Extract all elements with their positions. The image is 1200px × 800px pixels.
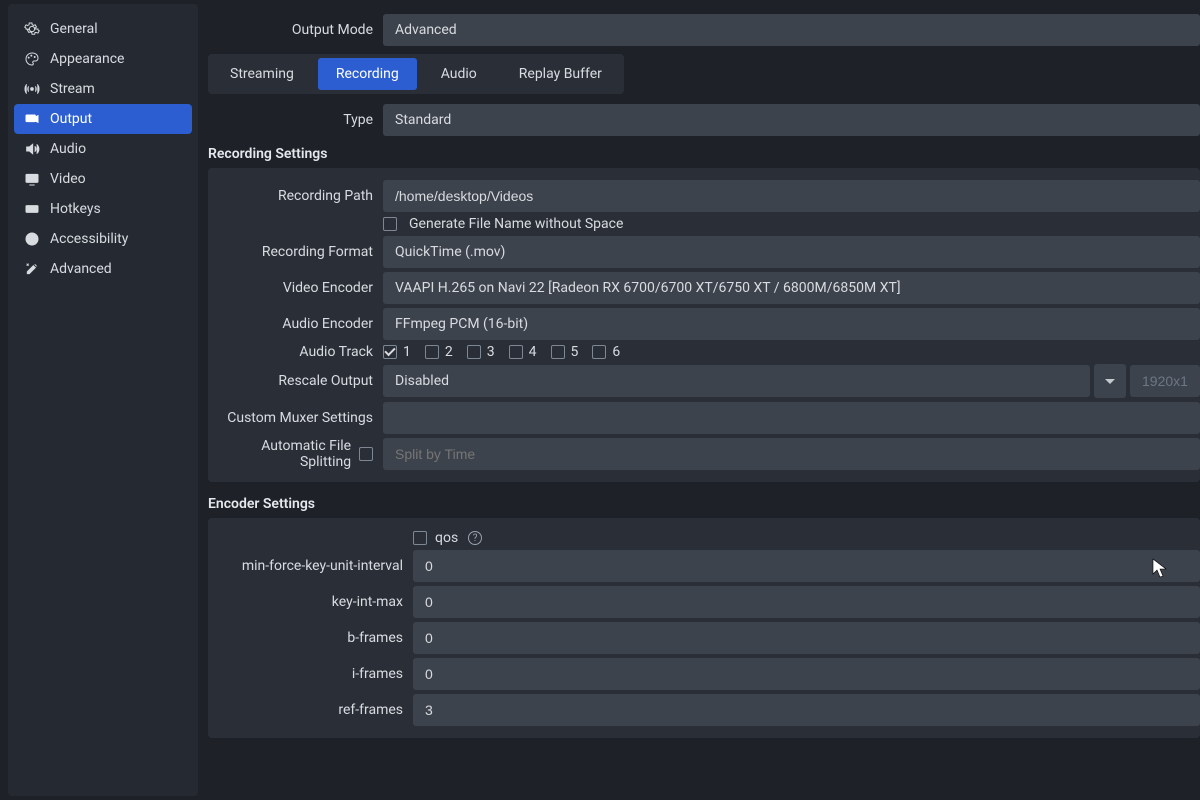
i-frames-input[interactable] (413, 658, 1200, 690)
rescale-output-label: Rescale Output (208, 373, 383, 389)
output-tabbar: Streaming Recording Audio Replay Buffer (208, 54, 624, 94)
output-mode-label: Output Mode (208, 22, 383, 38)
type-label: Type (208, 112, 383, 128)
sidebar-item-label: Audio (50, 141, 86, 157)
gen-no-space-checkbox[interactable] (383, 217, 397, 231)
encoder-settings-header: Encoder Settings (208, 496, 1200, 512)
sidebar-item-label: Stream (50, 81, 95, 97)
output-icon (24, 111, 40, 127)
enc-row-label: b-frames (208, 630, 413, 646)
tools-icon (24, 261, 40, 277)
monitor-icon (24, 171, 40, 187)
palette-icon (24, 51, 40, 67)
enc-row-label: ref-frames (208, 702, 413, 718)
sidebar-item-audio[interactable]: Audio (14, 134, 192, 164)
track-label: 3 (487, 344, 495, 360)
qos-checkbox[interactable] (413, 531, 427, 545)
track-1-checkbox[interactable] (383, 345, 397, 359)
enc-row-label: i-frames (208, 666, 413, 682)
recording-format-label: Recording Format (208, 244, 383, 260)
help-icon[interactable]: ? (468, 531, 482, 545)
tab-streaming[interactable]: Streaming (212, 58, 312, 90)
rescale-output-dropdown-icon[interactable] (1094, 364, 1126, 398)
gen-no-space-label: Generate File Name without Space (409, 216, 623, 232)
ref-frames-input[interactable] (413, 694, 1200, 726)
qos-label: qos (435, 530, 458, 546)
track-2-checkbox[interactable] (425, 345, 439, 359)
rescale-size-input[interactable] (1130, 365, 1200, 397)
sidebar-item-advanced[interactable]: Advanced (14, 254, 192, 284)
enc-row-label: key-int-max (208, 594, 413, 610)
custom-muxer-label: Custom Muxer Settings (208, 410, 383, 426)
enc-row-label: min-force-key-unit-interval (208, 558, 413, 574)
sidebar-item-general[interactable]: General (14, 14, 192, 44)
sidebar-item-label: Accessibility (50, 231, 128, 247)
track-label: 2 (445, 344, 453, 360)
b-frames-input[interactable] (413, 622, 1200, 654)
rescale-output-select[interactable]: Disabled (383, 365, 1090, 397)
gear-icon (24, 21, 40, 37)
speaker-icon (24, 141, 40, 157)
auto-split-checkbox[interactable] (359, 447, 373, 461)
sidebar-item-label: Appearance (50, 51, 124, 67)
sidebar-item-hotkeys[interactable]: Hotkeys (14, 194, 192, 224)
min-force-key-unit-interval-input[interactable] (413, 550, 1200, 582)
audio-track-group: 1 2 3 4 5 6 (383, 344, 620, 360)
recording-path-input[interactable] (383, 180, 1200, 212)
recording-settings-panel: Recording Path Generate File Name withou… (208, 168, 1200, 482)
sidebar-item-label: Video (50, 171, 86, 187)
sidebar-item-stream[interactable]: Stream (14, 74, 192, 104)
track-6-checkbox[interactable] (592, 345, 606, 359)
sidebar-item-label: Hotkeys (50, 201, 101, 217)
settings-sidebar: General Appearance Stream Output Audio V… (8, 4, 198, 796)
main-panel: Output Mode Advanced Streaming Recording… (198, 0, 1200, 800)
tab-audio[interactable]: Audio (423, 58, 495, 90)
sidebar-item-video[interactable]: Video (14, 164, 192, 194)
sidebar-item-label: Advanced (50, 261, 112, 277)
output-mode-select[interactable]: Advanced (383, 14, 1200, 46)
sidebar-item-appearance[interactable]: Appearance (14, 44, 192, 74)
audio-encoder-select[interactable]: FFmpeg PCM (16-bit) (383, 308, 1200, 340)
video-encoder-label: Video Encoder (208, 280, 383, 296)
broadcast-icon (24, 81, 40, 97)
type-select[interactable]: Standard (383, 104, 1200, 136)
encoder-settings-panel: qos ? min-force-key-unit-interval key-in… (208, 518, 1200, 738)
sidebar-item-output[interactable]: Output (14, 104, 192, 134)
accessibility-icon (24, 231, 40, 247)
track-label: 6 (612, 344, 620, 360)
split-mode-select[interactable] (383, 438, 1200, 470)
track-3-checkbox[interactable] (467, 345, 481, 359)
auto-split-label: Automatic File Splitting (208, 438, 351, 470)
track-label: 5 (571, 344, 579, 360)
sidebar-item-accessibility[interactable]: Accessibility (14, 224, 192, 254)
recording-format-select[interactable]: QuickTime (.mov) (383, 236, 1200, 268)
track-label: 4 (529, 344, 537, 360)
recording-settings-header: Recording Settings (208, 146, 1200, 162)
recording-path-label: Recording Path (208, 188, 383, 204)
tab-replay-buffer[interactable]: Replay Buffer (501, 58, 620, 90)
sidebar-item-label: General (50, 21, 98, 37)
audio-encoder-label: Audio Encoder (208, 316, 383, 332)
key-int-max-input[interactable] (413, 586, 1200, 618)
track-4-checkbox[interactable] (509, 345, 523, 359)
tab-recording[interactable]: Recording (318, 58, 417, 90)
keyboard-icon (24, 201, 40, 217)
audio-track-label: Audio Track (208, 344, 383, 360)
custom-muxer-input[interactable] (383, 402, 1200, 434)
video-encoder-select[interactable]: VAAPI H.265 on Navi 22 [Radeon RX 6700/6… (383, 272, 1200, 304)
track-5-checkbox[interactable] (551, 345, 565, 359)
track-label: 1 (403, 344, 411, 360)
sidebar-item-label: Output (50, 111, 92, 127)
